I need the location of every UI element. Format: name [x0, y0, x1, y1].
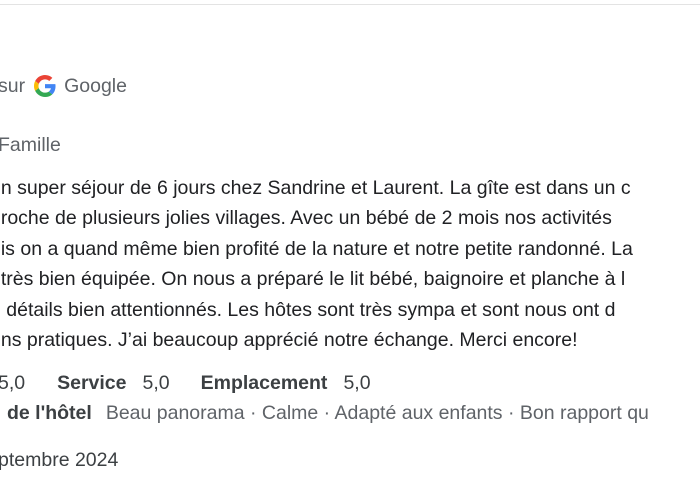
highlights-values: Beau panorama · Calme · Adapté aux enfan… — [105, 402, 649, 424]
source-name: Google — [64, 74, 127, 97]
review-line: t très bien équipée. On nous a préparé l… — [0, 268, 626, 291]
review-line: nis on a quand même bien profité de la n… — [0, 237, 633, 260]
review-line: ons pratiques. J’ai beaucoup apprécié no… — [0, 328, 578, 351]
location-rating-value: 5,0 — [343, 372, 371, 394]
room-rating-value: 5,0 — [0, 372, 26, 394]
trip-type: Famille — [0, 134, 61, 156]
review-source: sur Google — [0, 74, 127, 98]
stay-date: ptembre 2024 — [0, 449, 119, 471]
google-g-icon — [34, 75, 56, 97]
review-line: un super séjour de 6 jours chez Sandrine… — [0, 177, 631, 199]
ratings-row: 5,0 Service 5,0 Emplacement 5,0 — [0, 372, 402, 395]
service-rating-label: Service — [57, 372, 127, 394]
source-prefix: sur — [0, 74, 26, 97]
highlights-label: de l'hôtel — [7, 402, 92, 424]
review-line: proche de plusieurs jolies villages. Ave… — [0, 207, 612, 230]
review-line: e détails bien attentionnés. Les hôtes s… — [0, 298, 616, 321]
review-text: un super séjour de 6 jours chez Sandrine… — [0, 173, 700, 355]
top-divider — [0, 4, 700, 5]
review-card: sur Google Famille un super séjour de 6 … — [0, 0, 700, 500]
location-rating-label: Emplacement — [200, 372, 328, 394]
service-rating-value: 5,0 — [142, 372, 170, 394]
hotel-highlights: de l'hôtel Beau panorama · Calme · Adapt… — [7, 402, 649, 425]
